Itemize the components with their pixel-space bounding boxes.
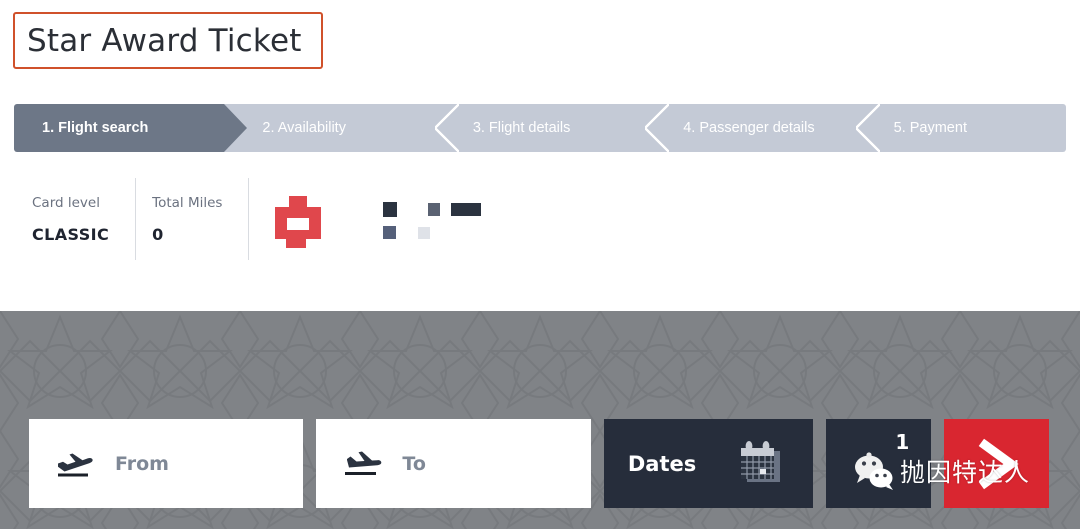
- calendar-icon: [741, 440, 781, 482]
- airline-logo-redacted-icon: [275, 196, 331, 248]
- plane-landing-icon: [345, 451, 382, 475]
- total-miles-label: Total Miles: [152, 194, 223, 211]
- total-miles-cell: Total Miles 0: [136, 178, 250, 260]
- account-summary: Card level CLASSIC Total Miles 0: [14, 178, 250, 260]
- step-flight-search[interactable]: 1. Flight search: [14, 104, 248, 152]
- flight-search-form: From To Dates 1: [29, 419, 1049, 508]
- page-title-box: Star Award Ticket: [13, 12, 323, 69]
- search-submit-button[interactable]: [944, 419, 1049, 508]
- step-passenger-details[interactable]: 4. Passenger details: [645, 104, 856, 152]
- chevron-right-icon: [978, 438, 1019, 489]
- airline-name-redacted: [383, 200, 493, 244]
- card-level-label: Card level: [32, 194, 100, 211]
- total-miles-value: 0: [152, 224, 164, 244]
- dates-button[interactable]: Dates: [603, 419, 814, 508]
- passenger-count-button[interactable]: 1: [826, 419, 932, 508]
- plane-takeoff-icon: [58, 453, 93, 476]
- card-level-value: CLASSIC: [32, 224, 110, 244]
- page-title: Star Award Ticket: [27, 22, 302, 59]
- step-availability[interactable]: 2. Availability: [224, 104, 435, 152]
- step-label: 1. Flight search: [42, 120, 149, 136]
- destination-placeholder: To: [402, 452, 426, 475]
- destination-field[interactable]: To: [316, 419, 591, 508]
- origin-placeholder: From: [115, 452, 169, 475]
- step-label: 3. Flight details: [472, 120, 571, 136]
- booking-step-bar: 1. Flight search 2. Availability 3. Flig…: [14, 104, 1066, 152]
- step-payment[interactable]: 5. Payment: [855, 104, 1066, 152]
- card-level-cell: Card level CLASSIC: [14, 178, 137, 260]
- step-flight-details[interactable]: 3. Flight details: [434, 104, 646, 152]
- dates-label: Dates: [627, 451, 697, 476]
- passenger-count-value: 1: [895, 430, 910, 454]
- page-root: Star Award Ticket 1. Flight search 2. Av…: [0, 0, 1080, 529]
- step-label: 4. Passenger details: [683, 120, 815, 136]
- step-label: 5. Payment: [893, 120, 967, 136]
- origin-field[interactable]: From: [29, 419, 304, 508]
